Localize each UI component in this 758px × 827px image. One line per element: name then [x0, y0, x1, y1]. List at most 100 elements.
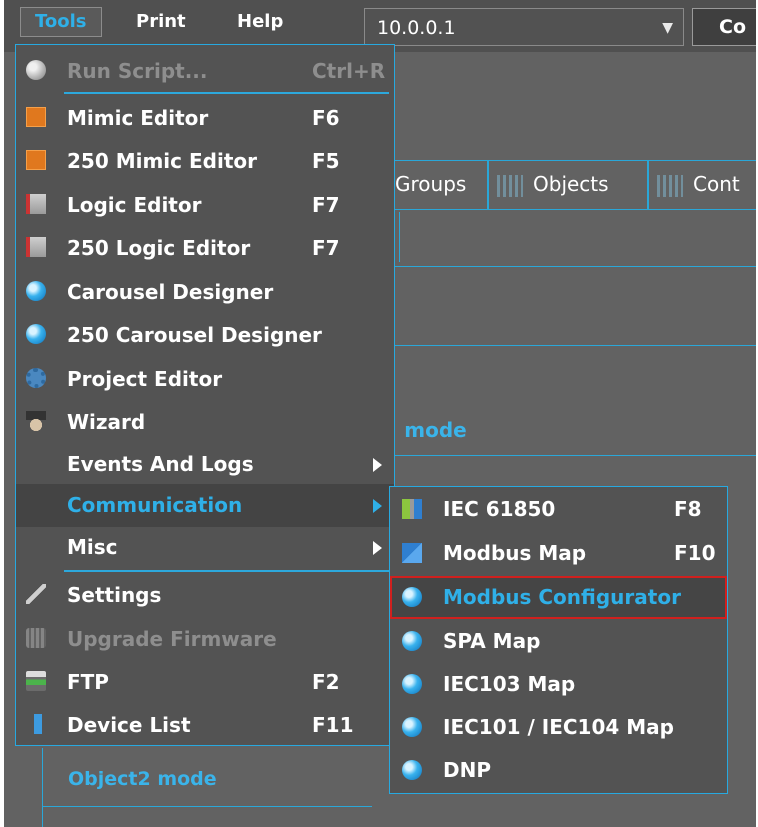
divider: [389, 266, 756, 267]
blue-ball-icon: [402, 631, 422, 651]
script-icon: [26, 60, 46, 80]
submenu-item-iec101-iec104-map[interactable]: IEC101 / IEC104 Map: [390, 706, 727, 749]
menu-item-carousel-designer[interactable]: Carousel Designer: [16, 271, 394, 314]
menu-item-label: DNP: [443, 758, 491, 782]
objects-icon: [497, 174, 523, 197]
menu-item-250-logic-editor[interactable]: 250 Logic Editor F7: [16, 227, 394, 270]
communication-submenu: IEC 61850 F8 Modbus Map F10 Modbus Confi…: [389, 486, 728, 794]
shortcut-label: Ctrl+R: [312, 59, 386, 83]
menu-item-communication[interactable]: Communication: [16, 484, 394, 527]
ip-address-combo[interactable]: 10.0.0.1 ▼: [364, 8, 684, 46]
menu-item-label: Logic Editor: [67, 193, 202, 217]
menu-item-label: Modbus Map: [443, 541, 587, 565]
gear-icon: [26, 368, 46, 388]
blue-ball-icon: [26, 281, 46, 301]
menu-item-label: 250 Mimic Editor: [67, 149, 257, 173]
chip-icon: [26, 628, 46, 648]
menu-item-label: Run Script...: [67, 59, 208, 83]
ftp-icon: [26, 671, 46, 691]
shortcut-label: F8: [674, 497, 702, 521]
mode-label: | mode: [390, 418, 467, 442]
menu-item-run-script[interactable]: Run Script... Ctrl+R: [16, 50, 394, 93]
submenu-item-modbus-configurator[interactable]: Modbus Configurator: [390, 576, 727, 619]
logic-editor-icon: [26, 194, 46, 214]
menu-item-label: Carousel Designer: [67, 280, 274, 304]
menu-tools[interactable]: Tools: [20, 7, 102, 37]
menu-item-250-mimic-editor[interactable]: 250 Mimic Editor F5: [16, 140, 394, 183]
menu-item-label: Mimic Editor: [67, 106, 209, 130]
submenu-item-iec-61850[interactable]: IEC 61850 F8: [390, 488, 727, 531]
submenu-item-modbus-map[interactable]: Modbus Map F10: [390, 532, 727, 575]
tab-groups-label: Groups: [395, 172, 467, 196]
shortcut-label: F5: [312, 149, 340, 173]
menu-item-mimic-editor[interactable]: Mimic Editor F6: [16, 97, 394, 140]
connect-button[interactable]: Co: [692, 8, 756, 46]
wizard-icon: [26, 411, 46, 431]
blue-ball-icon: [26, 324, 46, 344]
tab-objects-label: Objects: [533, 172, 609, 196]
submenu-item-dnp[interactable]: DNP: [390, 749, 727, 792]
menu-help[interactable]: Help: [237, 8, 283, 36]
menu-item-label: 250 Carousel Designer: [67, 323, 322, 347]
menu-separator: [64, 570, 389, 572]
menu-item-upgrade-firmware[interactable]: Upgrade Firmware: [16, 618, 394, 661]
menu-item-label: FTP: [67, 670, 109, 694]
shortcut-label: F11: [312, 713, 354, 737]
tab-groups[interactable]: Groups: [387, 161, 466, 209]
menu-print[interactable]: Print: [136, 8, 186, 36]
blue-ball-icon: [402, 760, 422, 780]
device-list-icon: [34, 714, 42, 734]
menu-item-label: IEC101 / IEC104 Map: [443, 715, 674, 739]
shortcut-label: F2: [312, 670, 340, 694]
iec61850-icon: [402, 499, 422, 519]
menu-item-label: Device List: [67, 713, 191, 737]
tab-objects[interactable]: Objects: [487, 161, 609, 209]
shortcut-label: F7: [312, 193, 340, 217]
menu-item-wizard[interactable]: Wizard: [16, 401, 394, 444]
submenu-arrow-icon: [373, 499, 382, 513]
tab-cont-label: Cont: [693, 172, 740, 196]
wrench-icon: [26, 584, 46, 604]
menu-item-project-editor[interactable]: Project Editor: [16, 358, 394, 401]
divider: [42, 806, 372, 807]
menu-separator: [64, 92, 389, 94]
controls-icon: [657, 174, 683, 197]
chevron-down-icon[interactable]: ▼: [662, 9, 673, 47]
tab-cont[interactable]: Cont: [647, 161, 740, 209]
mimic-editor-icon: [26, 150, 46, 170]
menu-item-settings[interactable]: Settings: [16, 574, 394, 617]
submenu-item-spa-map[interactable]: SPA Map: [390, 620, 727, 663]
logic-editor-icon: [26, 237, 46, 257]
menu-item-ftp[interactable]: FTP F2: [16, 661, 394, 704]
menu-item-label: Communication: [67, 493, 243, 517]
blue-ball-icon: [402, 587, 422, 607]
divider: [399, 212, 400, 262]
background-tab-bar: Groups Objects Cont: [389, 160, 756, 210]
blue-ball-icon: [402, 674, 422, 694]
shortcut-label: F6: [312, 106, 340, 130]
menu-item-label: Misc: [67, 535, 118, 559]
menu-item-label: Project Editor: [67, 367, 223, 391]
menu-item-label: IEC103 Map: [443, 672, 576, 696]
submenu-item-iec103-map[interactable]: IEC103 Map: [390, 663, 727, 706]
menu-item-label: Events And Logs: [67, 452, 254, 476]
application-window: Tools Print Help 10.0.0.1 ▼ Co Groups Ob…: [4, 0, 756, 827]
menu-item-label: SPA Map: [443, 629, 541, 653]
menu-item-events-and-logs[interactable]: Events And Logs: [16, 443, 394, 486]
menu-item-label: Settings: [67, 583, 162, 607]
mimic-editor-icon: [26, 107, 46, 127]
shortcut-label: F10: [674, 541, 716, 565]
modbus-map-icon: [402, 543, 422, 563]
divider: [389, 455, 756, 456]
shortcut-label: F7: [312, 236, 340, 260]
submenu-arrow-icon: [373, 458, 382, 472]
divider: [42, 748, 43, 827]
menu-item-device-list[interactable]: Device List F11: [16, 704, 394, 747]
menu-item-label: 250 Logic Editor: [67, 236, 251, 260]
divider: [389, 345, 756, 346]
submenu-arrow-icon: [373, 541, 382, 555]
menu-item-250-carousel-designer[interactable]: 250 Carousel Designer: [16, 314, 394, 357]
menu-item-logic-editor[interactable]: Logic Editor F7: [16, 184, 394, 227]
menu-item-misc[interactable]: Misc: [16, 526, 394, 569]
object2-mode-label: Object2 mode: [68, 768, 217, 790]
